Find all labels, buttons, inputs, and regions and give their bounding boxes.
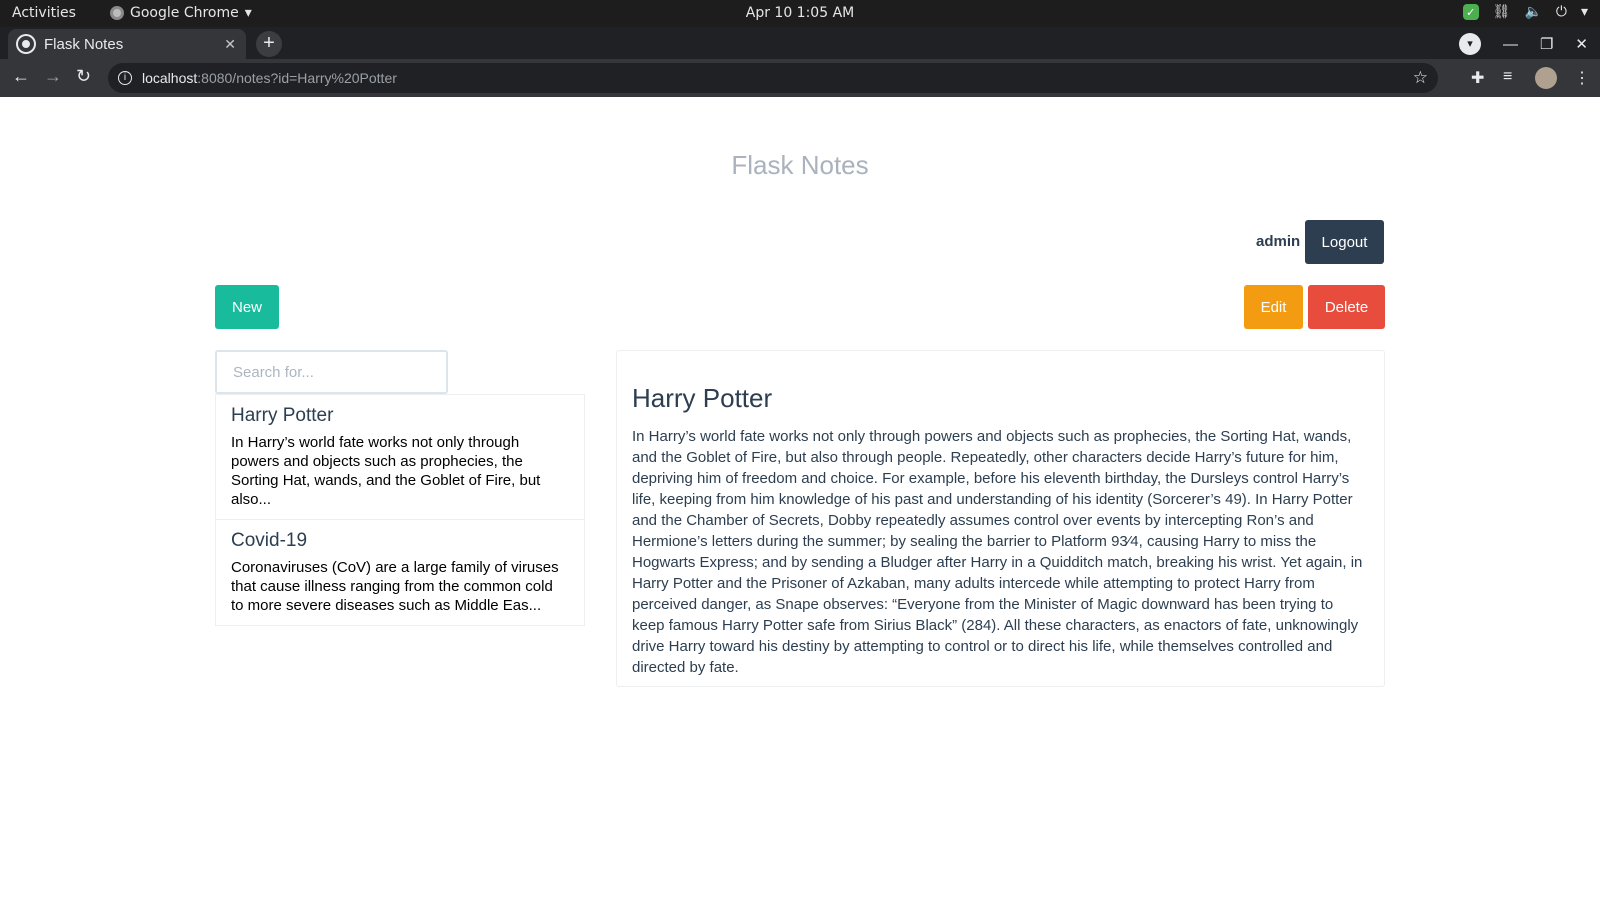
url-host: localhost <box>142 70 198 86</box>
site-info-icon[interactable]: i <box>118 71 132 85</box>
menu-kebab-icon[interactable]: ⋮ <box>1574 68 1590 88</box>
note-title: Harry Potter <box>632 383 773 413</box>
tab-strip: Flask Notes ✕ + ▾ — ❐ ✕ <box>0 27 1600 59</box>
edit-note-button[interactable]: Edit <box>1244 285 1303 329</box>
browser-toolbar: ← → ↻ i localhost:8080/notes?id=Harry%20… <box>0 59 1600 97</box>
power-icon[interactable]: ⏻ <box>1556 4 1567 20</box>
profile-avatar[interactable] <box>1535 67 1557 89</box>
page-content: Flask Notes admin Logout New Edit Delete… <box>0 97 1600 900</box>
back-icon[interactable]: ← <box>12 66 30 87</box>
new-tab-button[interactable]: + <box>256 31 282 57</box>
window-controls: ▾ — ❐ ✕ <box>1458 33 1588 55</box>
reload-icon[interactable]: ↻ <box>76 66 91 87</box>
username-label: admin <box>1256 233 1301 250</box>
new-note-button[interactable]: New <box>215 285 279 329</box>
media-queue-icon[interactable]: ≡ <box>1503 68 1512 86</box>
url-path: :8080/notes?id=Harry%20Potter <box>197 70 397 86</box>
extensions-puzzle-icon[interactable]: ✚ <box>1471 68 1484 88</box>
list-item[interactable]: Harry Potter In Harry’s world fate works… <box>215 394 585 520</box>
forward-icon[interactable]: → <box>44 66 62 87</box>
address-bar[interactable]: i localhost:8080/notes?id=Harry%20Potter… <box>108 63 1438 93</box>
note-detail-card: Harry Potter In Harry’s world fate works… <box>616 350 1385 687</box>
network-icon[interactable]: ⛓ <box>1493 4 1511 20</box>
tab-search-icon[interactable]: ▾ <box>1458 33 1481 55</box>
note-body: In Harry’s world fate works not only thr… <box>632 428 1363 676</box>
close-window-icon[interactable]: ✕ <box>1575 35 1588 53</box>
security-shield-icon[interactable]: ✓ <box>1462 4 1479 20</box>
chevron-down-icon[interactable]: ▾ <box>1581 4 1588 20</box>
favicon-icon <box>18 36 34 52</box>
note-item-title: Covid-19 <box>231 530 308 551</box>
volume-icon[interactable]: 🔈 <box>1524 4 1541 20</box>
clock[interactable]: Apr 10 1:05 AM <box>0 5 1600 21</box>
search-input[interactable]: Search for... <box>215 350 448 394</box>
minimize-icon[interactable]: — <box>1503 36 1518 53</box>
tab-title: Flask Notes <box>44 35 124 53</box>
close-tab-icon[interactable]: ✕ <box>224 36 236 53</box>
os-top-bar: Activities Google Chrome ▾ Apr 10 1:05 A… <box>0 0 1600 27</box>
browser-tab[interactable]: Flask Notes ✕ <box>8 29 246 59</box>
delete-note-button[interactable]: Delete <box>1308 285 1385 329</box>
restore-icon[interactable]: ❐ <box>1540 35 1553 53</box>
note-item-snippet: In Harry’s world fate works not only thr… <box>231 434 541 508</box>
list-item[interactable]: Covid-19 Coronaviruses (CoV) are a large… <box>215 520 585 626</box>
system-tray[interactable]: ✓ ⛓ 🔈 ⏻ ▾ <box>1462 4 1588 20</box>
site-title: Flask Notes <box>731 150 869 180</box>
note-item-title: Harry Potter <box>231 405 334 426</box>
note-list: Harry Potter In Harry’s world fate works… <box>215 394 585 626</box>
logout-button[interactable]: Logout <box>1305 220 1384 264</box>
note-item-snippet: Coronaviruses (CoV) are a large family o… <box>231 559 559 614</box>
bookmark-star-icon[interactable]: ☆ <box>1413 68 1428 88</box>
